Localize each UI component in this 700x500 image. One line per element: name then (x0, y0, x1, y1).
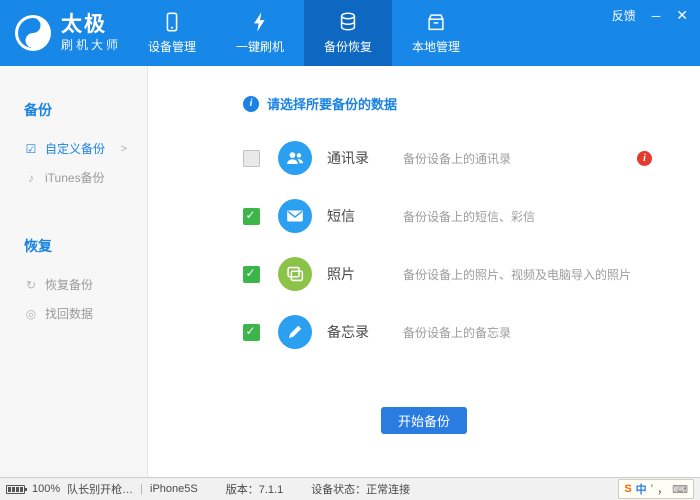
backup-row-notes: 备忘录 备份设备上的备忘录 (148, 303, 700, 361)
contacts-icon (278, 141, 312, 175)
item-description: 备份设备上的照片、视频及电脑导入的照片 (403, 267, 632, 282)
restore-arrow-icon: ↻ (25, 277, 37, 292)
notes-checkbox[interactable] (243, 323, 260, 341)
sidebar-item-itunes-backup[interactable]: ♪ iTunes备份 (0, 163, 147, 192)
tab-label: 设备管理 (147, 40, 196, 54)
backup-row-photos: 照片 备份设备上的照片、视频及电脑导入的照片 (148, 245, 700, 303)
battery-icon (6, 484, 27, 494)
backup-row-contacts: 通讯录 备份设备上的通讯录 i (148, 129, 700, 187)
item-name: 短信 (327, 208, 355, 224)
item-description: 备份设备上的备忘录 (403, 325, 512, 340)
tab-label: 备份恢复 (323, 40, 372, 54)
sidebar-item-custom-backup[interactable]: ☑ 自定义备份 > (0, 134, 147, 163)
main-content: i 请选择所要备份的数据 通讯录 备份设备上的通讯录 i ✓ 短信 备份设备上的… (148, 66, 700, 477)
tab-local-management[interactable]: 本地管理 (392, 0, 480, 66)
checklist-icon: ☑ (25, 141, 37, 156)
ime-comma-icon[interactable]: ， (657, 481, 668, 497)
sidebar: 备份 ☑ 自定义备份 > ♪ iTunes备份 恢复 ↻ 恢复备份 ◎ 找回数据 (0, 66, 148, 477)
sidebar-section-restore-title: 恢复 (24, 238, 52, 254)
start-backup-button[interactable]: 开始备份 (381, 407, 467, 434)
ime-quote-icon[interactable]: ’ (651, 483, 653, 495)
item-description: 备份设备上的通讯录 (403, 151, 512, 166)
taiji-logo-icon (14, 14, 52, 52)
photos-icon (278, 257, 312, 291)
app-logo: 太极 刷机大师 (0, 0, 128, 66)
feedback-link[interactable]: 反馈 (612, 7, 636, 24)
close-button[interactable]: ✕ (676, 7, 688, 24)
device-model: iPhone5S (150, 483, 198, 495)
sidebar-item-label: 自定义备份 (45, 142, 106, 156)
message-icon (278, 199, 312, 233)
music-note-icon: ♪ (28, 170, 34, 185)
ime-keyboard-icon[interactable]: ⌨ (672, 483, 688, 496)
tab-one-key-flash[interactable]: 一键刷机 (216, 0, 304, 66)
minimize-button[interactable]: ─ (652, 9, 661, 23)
logo-subtitle: 刷机大师 (61, 38, 122, 53)
sidebar-item-label: 找回数据 (45, 307, 94, 321)
ime-language-icon[interactable]: 中 (636, 481, 647, 497)
alert-badge[interactable]: i (637, 150, 652, 166)
sidebar-item-find-data[interactable]: ◎ 找回数据 (0, 299, 147, 328)
backup-row-sms: 短信 备份设备上的短信、彩信 (148, 187, 700, 245)
box-icon (428, 14, 444, 31)
lightning-icon (254, 12, 265, 32)
logo-title: 太极 (61, 12, 107, 36)
app-window: 太极 刷机大师 设备管理 一键刷机 备份恢复 本地管理 反馈 ─ ✕ 备份 ☑ … (0, 0, 700, 500)
database-icon (340, 12, 356, 31)
item-description: 备份设备上的短信、彩信 (403, 209, 536, 224)
item-name: 照片 (327, 266, 355, 282)
ime-toolbar[interactable]: S 中 ’ ， ⌨ (618, 479, 694, 499)
status-bar: 100% 队长别开枪… | iPhone5S 版本：7.1.1 设备状态：正常连… (0, 477, 700, 500)
info-icon: i (243, 95, 259, 112)
selection-prompt: i 请选择所要备份的数据 (243, 94, 700, 113)
tab-label: 本地管理 (411, 40, 460, 54)
separator: | (140, 483, 143, 495)
sidebar-section-backup-title: 备份 (24, 102, 52, 118)
item-name: 备忘录 (327, 324, 369, 340)
nav-tabs: 设备管理 一键刷机 备份恢复 本地管理 (128, 0, 480, 66)
sidebar-item-restore-backup[interactable]: ↻ 恢复备份 (0, 270, 147, 299)
pencil-icon (278, 315, 312, 349)
prompt-text: 请选择所要备份的数据 (267, 97, 398, 112)
tab-device-management[interactable]: 设备管理 (128, 0, 216, 66)
tab-backup-restore[interactable]: 备份恢复 (304, 0, 392, 66)
item-name: 通讯录 (327, 150, 369, 166)
contacts-checkbox[interactable] (243, 149, 260, 167)
logo-text: 太极 刷机大师 (61, 13, 121, 53)
device-status: 设备状态：正常连接 (311, 484, 411, 496)
version-label: 版本：7.1.1 (225, 484, 284, 496)
search-icon: ◎ (25, 306, 37, 321)
window-controls: 反馈 ─ ✕ (612, 7, 688, 24)
sidebar-item-label: iTunes备份 (45, 171, 105, 185)
sidebar-item-label: 恢复备份 (45, 278, 94, 292)
sms-checkbox[interactable] (243, 207, 260, 225)
ime-sogou-icon[interactable]: S (624, 483, 631, 495)
chevron-right-icon: > (120, 142, 127, 155)
header: 太极 刷机大师 设备管理 一键刷机 备份恢复 本地管理 反馈 ─ ✕ (0, 0, 700, 66)
device-name: 队长别开枪… (67, 484, 134, 496)
phone-icon (166, 12, 178, 32)
photos-checkbox[interactable] (243, 265, 260, 283)
battery-percent: 100% (32, 483, 61, 495)
tab-label: 一键刷机 (235, 40, 284, 54)
